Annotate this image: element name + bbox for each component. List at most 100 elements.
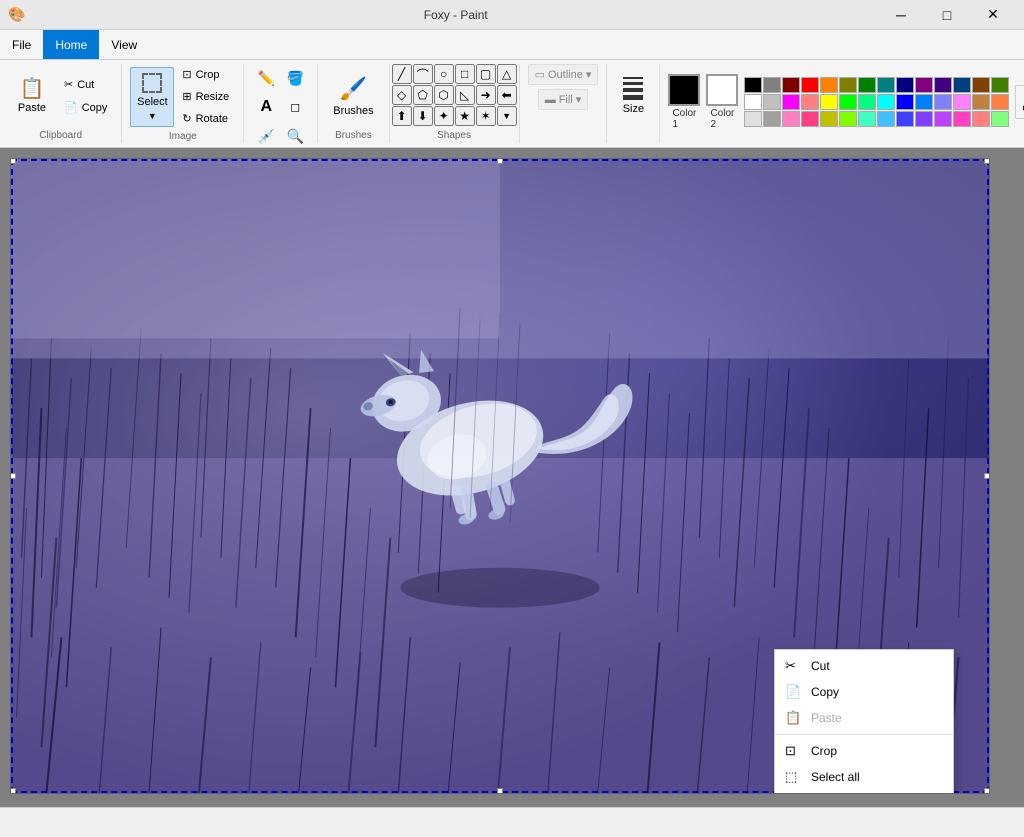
maximize-button[interactable]: □: [924, 0, 970, 30]
eraser-button[interactable]: ◻: [281, 93, 309, 121]
shape-arrow-right[interactable]: ➜: [476, 85, 496, 105]
paste-button[interactable]: 📋 Paste: [8, 66, 56, 126]
shape-arrow-left[interactable]: ⬅: [497, 85, 517, 105]
menu-view[interactable]: View: [99, 30, 149, 59]
color-dred[interactable]: [782, 77, 800, 93]
color-extra3[interactable]: [782, 111, 800, 127]
select-button[interactable]: Select ▼: [130, 67, 174, 127]
shape-curve[interactable]: ⌒: [413, 64, 433, 84]
color-black[interactable]: [744, 77, 762, 93]
color-pink[interactable]: [953, 94, 971, 110]
color-lgray[interactable]: [763, 94, 781, 110]
color-olive[interactable]: [839, 77, 857, 93]
window-controls[interactable]: ─ □ ✕: [878, 0, 1016, 30]
color-dblue[interactable]: [896, 77, 914, 93]
menu-file[interactable]: File: [0, 30, 43, 59]
fill-button[interactable]: ▬ Fill ▾: [538, 89, 589, 110]
color-lgreen[interactable]: [858, 94, 876, 110]
color-dpurple[interactable]: [934, 77, 952, 93]
cut-button[interactable]: ✂ Cut: [58, 74, 113, 95]
picker-button[interactable]: 💉: [252, 122, 280, 150]
zoom-button[interactable]: 🔍: [281, 122, 309, 150]
fill-button[interactable]: 🪣: [281, 64, 309, 92]
shape-rect[interactable]: □: [455, 64, 475, 84]
color-violet[interactable]: [934, 94, 952, 110]
color-green[interactable]: [839, 94, 857, 110]
ctx-copy[interactable]: 📄 Copy: [775, 679, 953, 705]
color-extra9[interactable]: [896, 111, 914, 127]
color-extra5[interactable]: [820, 111, 838, 127]
menu-home[interactable]: Home: [43, 30, 99, 59]
color-extra8[interactable]: [877, 111, 895, 127]
color-extra10[interactable]: [915, 111, 933, 127]
color-tan[interactable]: [972, 94, 990, 110]
shapes-more[interactable]: ▼: [497, 106, 517, 126]
color-orange[interactable]: [820, 77, 838, 93]
color-extra6[interactable]: [839, 111, 857, 127]
minimize-button[interactable]: ─: [878, 0, 924, 30]
color-brown[interactable]: [972, 77, 990, 93]
color-cyan[interactable]: [877, 94, 895, 110]
shape-triangle[interactable]: △: [497, 64, 517, 84]
color1-box[interactable]: [668, 74, 700, 106]
color-white[interactable]: [744, 94, 762, 110]
color2-box[interactable]: [706, 74, 738, 106]
color1-label: Color1: [672, 108, 696, 130]
color-dgreen[interactable]: [858, 77, 876, 93]
color-extra4[interactable]: [801, 111, 819, 127]
shape-oval[interactable]: ○: [434, 64, 454, 84]
close-button[interactable]: ✕: [970, 0, 1016, 30]
copy-button[interactable]: 📄 Copy: [58, 97, 113, 118]
color-blue[interactable]: [896, 94, 914, 110]
color-extra1[interactable]: [744, 111, 762, 127]
edit-colors-button[interactable]: Editcolors: [1015, 85, 1024, 119]
shape-star4[interactable]: ✦: [434, 106, 454, 126]
color-extra11[interactable]: [934, 111, 952, 127]
color-extra2[interactable]: [763, 111, 781, 127]
cut-icon: ✂: [64, 78, 73, 91]
color-olive2[interactable]: [991, 77, 1009, 93]
color-purple[interactable]: [915, 77, 933, 93]
shape-pentagon[interactable]: ⬠: [413, 85, 433, 105]
shape-rounded-rect[interactable]: ▢: [476, 64, 496, 84]
shape-right-triangle[interactable]: ◺: [455, 85, 475, 105]
resize-button[interactable]: ⊞ Resize: [176, 86, 235, 107]
color-lblue[interactable]: [915, 94, 933, 110]
brushes-button[interactable]: 🖌️ brushes: [326, 68, 380, 124]
canvas-area[interactable]: ✂ Cut 📄 Copy 📋 Paste ⊡ Crop ⬚ Select all: [0, 148, 1024, 807]
color-extra12[interactable]: [953, 111, 971, 127]
color-dgray[interactable]: [763, 77, 781, 93]
shape-arrow-up[interactable]: ⬆: [392, 106, 412, 126]
color-extra13[interactable]: [972, 111, 990, 127]
color-red[interactable]: [801, 77, 819, 93]
color-navy[interactable]: [953, 77, 971, 93]
shape-hexagon[interactable]: ⬡: [434, 85, 454, 105]
outline-button[interactable]: ▭ Outline ▾: [528, 64, 599, 85]
size-button[interactable]: Size: [615, 66, 651, 126]
ctx-crop[interactable]: ⊡ Crop: [775, 738, 953, 764]
color-yellow[interactable]: [820, 94, 838, 110]
ribbon-group-size: Size: [607, 64, 660, 143]
rotate-button[interactable]: ↻ Rotate: [176, 108, 235, 129]
ctx-invert-selection[interactable]: ⬛ Invert selection: [775, 790, 953, 794]
size-line4: [623, 95, 643, 100]
ctx-cut[interactable]: ✂ Cut: [775, 653, 953, 679]
shape-arrow-down[interactable]: ⬇: [413, 106, 433, 126]
shape-line[interactable]: ╱: [392, 64, 412, 84]
fox-image[interactable]: ✂ Cut 📄 Copy 📋 Paste ⊡ Crop ⬚ Select all: [10, 158, 990, 794]
shape-star5[interactable]: ★: [455, 106, 475, 126]
color1-swatch[interactable]: Color1: [668, 74, 700, 130]
color-lpink[interactable]: [801, 94, 819, 110]
crop-button[interactable]: ⊡ Crop: [176, 64, 235, 85]
ctx-select-all[interactable]: ⬚ Select all: [775, 764, 953, 790]
shape-diamond[interactable]: ◇: [392, 85, 412, 105]
text-button[interactable]: A: [252, 93, 280, 121]
color-extra7[interactable]: [858, 111, 876, 127]
color-lbrown[interactable]: [991, 94, 1009, 110]
color-magenta[interactable]: [782, 94, 800, 110]
color2-swatch[interactable]: Color2: [706, 74, 738, 130]
shape-star6[interactable]: ✶: [476, 106, 496, 126]
color-extra14[interactable]: [991, 111, 1009, 127]
color-teal[interactable]: [877, 77, 895, 93]
pencil-button[interactable]: ✏️: [252, 64, 280, 92]
